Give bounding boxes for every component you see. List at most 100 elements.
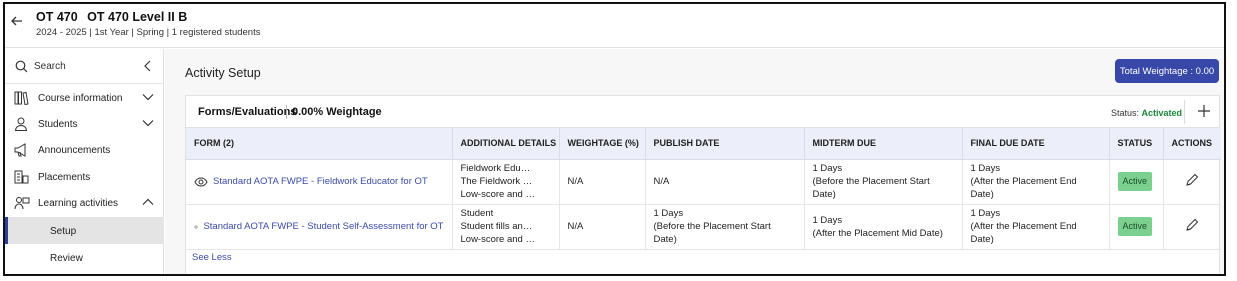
- sidebar-subitem-label: Review: [50, 253, 83, 264]
- weightage-cell: N/A: [559, 159, 646, 205]
- form-cell: Standard AOTA FWPE - Student Self-Assess…: [186, 204, 453, 250]
- date-value: 1 Days: [970, 163, 1001, 174]
- detail-line: Fieldwork Edu…: [460, 163, 531, 174]
- sidebar-item-placements[interactable]: Placements: [5, 164, 164, 190]
- sidebar-subitem-review[interactable]: Review: [5, 244, 164, 271]
- main-content: Activity Setup Total Weightage : 0.00 Fo…: [165, 49, 1224, 274]
- sidebar-item-learning-activities[interactable]: Learning activities: [5, 190, 164, 216]
- status-cell: Active: [1109, 204, 1164, 250]
- sidebar-subitem-setup[interactable]: Setup: [5, 217, 164, 244]
- column-header[interactable]: ADDITIONAL DETAILS: [452, 128, 560, 160]
- status-label: Status:: [1111, 108, 1140, 118]
- forms-card-header: Forms/Evaluations 0.00% Weightage Status…: [186, 96, 1219, 128]
- date-note: (Before the Placement Start Date): [812, 176, 930, 200]
- sidebar-item-course-information[interactable]: Course information: [5, 85, 164, 111]
- weightage-cell: N/A: [559, 204, 646, 250]
- edit-pencil-icon[interactable]: [1185, 218, 1199, 232]
- column-header[interactable]: MIDTERM DUE: [804, 128, 963, 160]
- midterm-due-cell: 1 Days (Before the Placement Start Date): [804, 159, 963, 205]
- table-row: Standard AOTA FWPE - Student Self-Assess…: [186, 204, 1221, 250]
- form-link[interactable]: Standard AOTA FWPE - Student Self-Assess…: [203, 220, 443, 233]
- add-form-icon[interactable]: [1197, 104, 1211, 118]
- status-value: Activated: [1141, 108, 1183, 118]
- detail-line: Student: [460, 208, 494, 219]
- table-header-row: FORM (2) ADDITIONAL DETAILS WEIGHTAGE (%…: [186, 128, 1221, 160]
- megaphone-icon: [14, 143, 26, 157]
- date-value: N/A: [653, 176, 670, 187]
- status-cell: Active: [1109, 159, 1164, 205]
- detail-line: Low-score and …: [460, 189, 535, 200]
- course-name: OT 470 Level II B: [87, 10, 188, 24]
- sidebar-item-label: Announcements: [38, 145, 111, 156]
- date-note: (After the Placement End Date): [970, 221, 1077, 245]
- details-cell: Student Student fills an… Low-score and …: [452, 204, 560, 250]
- search-label: Search: [34, 61, 66, 72]
- column-header[interactable]: PUBLISH DATE: [645, 128, 805, 160]
- forms-title: Forms/Evaluations: [198, 106, 297, 118]
- chevron-down-icon: [142, 94, 154, 101]
- app-window: OT 470 OT 470 Level II B 2024 - 2025 | 1…: [3, 2, 1226, 276]
- detail-line: The Fieldwork …: [460, 176, 533, 187]
- date-value: 1 Days: [653, 208, 684, 219]
- collapse-sidebar-icon[interactable]: [143, 60, 153, 72]
- final-due-cell: 1 Days (After the Placement End Date): [962, 159, 1110, 205]
- publish-date-cell: 1 Days (Before the Placement Start Date): [645, 204, 805, 250]
- publish-date-cell: N/A: [645, 159, 805, 205]
- placements-icon: [14, 170, 29, 184]
- date-value: 1 Days: [812, 163, 843, 174]
- divider: [286, 105, 287, 119]
- midterm-due-cell: 1 Days (After the Placement Mid Date): [804, 204, 963, 250]
- page-title: Activity Setup: [185, 66, 261, 80]
- status-badge: Active: [1117, 172, 1153, 191]
- details-cell: Fieldwork Edu… The Fieldwork … Low-score…: [452, 159, 560, 205]
- detail-line: Low-score and …: [460, 234, 535, 245]
- date-value: 1 Days: [812, 214, 843, 226]
- sidebar-search[interactable]: Search: [5, 49, 164, 84]
- back-arrow-icon[interactable]: [10, 14, 24, 28]
- total-weightage-button[interactable]: Total Weightage : 0.00: [1115, 59, 1219, 83]
- search-icon: [15, 60, 28, 73]
- column-header[interactable]: FINAL DUE DATE: [962, 128, 1110, 160]
- chevron-down-icon: [142, 120, 154, 127]
- eye-icon[interactable]: [194, 176, 208, 187]
- column-header[interactable]: FORM (2): [186, 128, 453, 160]
- forms-card: Forms/Evaluations 0.00% Weightage Status…: [185, 95, 1221, 274]
- course-title: OT 470 OT 470 Level II B: [36, 10, 187, 24]
- form-cell: Standard AOTA FWPE - Fieldwork Educator …: [186, 159, 453, 205]
- sidebar-item-students[interactable]: Students: [5, 111, 164, 137]
- status-text: Status: Activated: [1111, 108, 1182, 118]
- column-header[interactable]: ACTIONS: [1163, 128, 1221, 160]
- course-code: OT 470: [36, 10, 78, 24]
- sidebar-item-label: Placements: [38, 172, 91, 183]
- date-value: 1 Days: [970, 208, 1001, 219]
- status-badge: Active: [1117, 217, 1153, 236]
- book-icon: [14, 91, 29, 105]
- column-header[interactable]: STATUS: [1109, 128, 1164, 160]
- actions-cell: [1163, 204, 1221, 250]
- column-header[interactable]: WEIGHTAGE (%): [559, 128, 646, 160]
- detail-line: Student fills an…: [460, 221, 533, 232]
- sidebar-item-label: Students: [38, 119, 78, 130]
- divider: [1184, 100, 1185, 124]
- course-header: OT 470 OT 470 Level II B 2024 - 2025 | 1…: [5, 4, 1224, 48]
- sidebar: Search Course information Students Annou…: [5, 49, 164, 274]
- chevron-up-icon: [142, 198, 154, 205]
- edit-pencil-icon[interactable]: [1185, 173, 1199, 187]
- sidebar-item-label: Course information: [38, 93, 123, 104]
- see-less-link[interactable]: See Less: [192, 252, 232, 263]
- sidebar-item-announcements[interactable]: Announcements: [5, 137, 164, 163]
- date-note: (Before the Placement Start Date): [653, 221, 771, 245]
- table-row: Standard AOTA FWPE - Fieldwork Educator …: [186, 159, 1221, 205]
- course-subtitle: 2024 - 2025 | 1st Year | Spring | 1 regi…: [36, 27, 261, 38]
- actions-cell: [1163, 159, 1221, 205]
- learning-icon: [14, 197, 30, 210]
- form-link[interactable]: Standard AOTA FWPE - Fieldwork Educator …: [213, 175, 428, 188]
- date-note: (After the Placement Mid Date): [812, 227, 943, 239]
- date-note: (After the Placement End Date): [970, 176, 1077, 200]
- forms-table: FORM (2) ADDITIONAL DETAILS WEIGHTAGE (%…: [186, 128, 1221, 250]
- final-due-cell: 1 Days (After the Placement End Date): [962, 204, 1110, 250]
- eye-icon[interactable]: [194, 222, 199, 232]
- weightage-summary: 0.00% Weightage: [292, 106, 382, 118]
- person-icon: [14, 117, 28, 131]
- sidebar-item-label: Learning activities: [38, 198, 119, 209]
